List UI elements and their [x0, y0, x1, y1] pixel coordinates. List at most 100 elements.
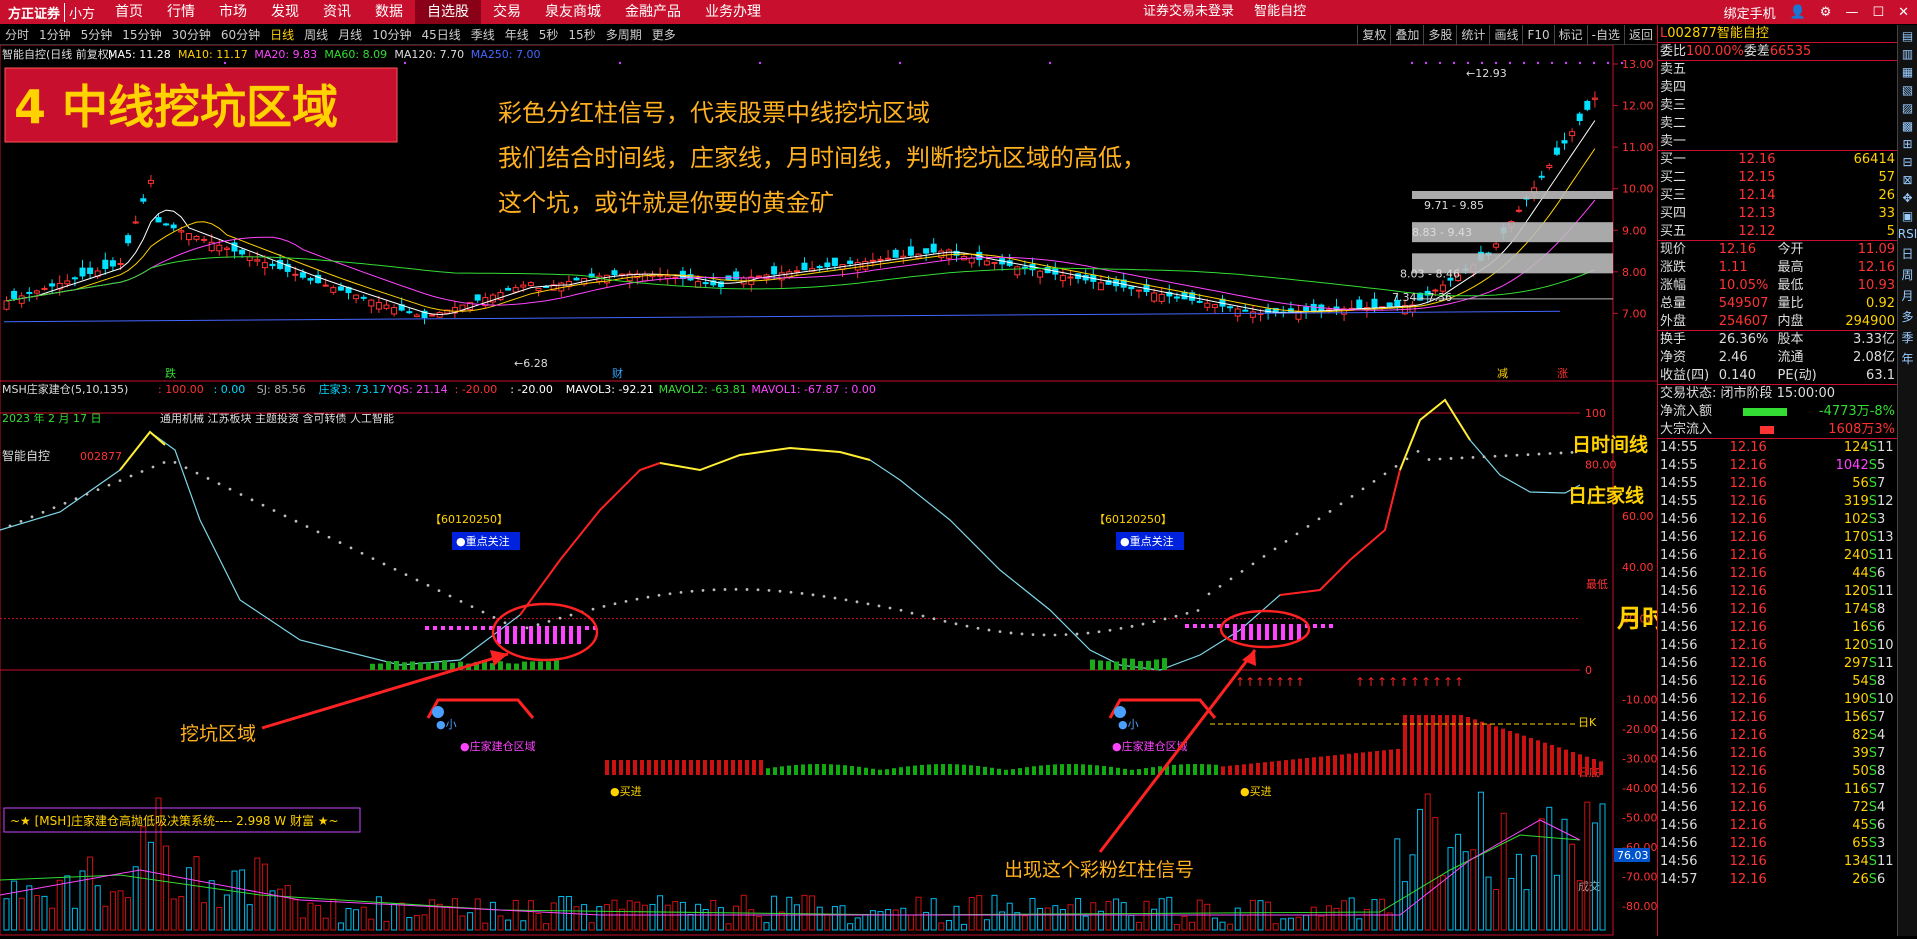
buy-row-0: 买一 12.16 66414 — [1658, 151, 1897, 169]
period-10[interactable]: 45日线 — [416, 25, 465, 45]
sidebar-tool-icon-8[interactable]: ⊠ — [1902, 173, 1912, 187]
tick-side-22: S — [1868, 836, 1877, 851]
chart-area[interactable]: 智能自控(日线 前复权) MA5: 11.28 MA10: 11.17 MA20: 9… — [0, 44, 1717, 936]
osc-bar — [1200, 764, 1204, 775]
period-11[interactable]: 季线 — [466, 25, 500, 45]
top-dot — [1480, 61, 1484, 65]
volume-bar — [1280, 918, 1287, 931]
sidebar-tool-icon-4[interactable]: ▨ — [1902, 101, 1913, 115]
period-8[interactable]: 月线 — [333, 25, 367, 45]
volume-bar — [1021, 915, 1028, 931]
quote-row-4: 外盘 254607 内盘 294900 — [1658, 313, 1897, 331]
menu-mall[interactable]: 泉友商城 — [533, 0, 613, 24]
sidebar-label-6[interactable]: 年 — [1901, 350, 1913, 367]
banker-dot — [239, 493, 243, 496]
sidebar-label-4[interactable]: 多 — [1901, 308, 1913, 325]
period-12[interactable]: 年线 — [500, 25, 534, 45]
tool-7[interactable]: -自选 — [1586, 25, 1624, 45]
tool-8[interactable]: 返回 — [1623, 25, 1657, 45]
sidebar-label-1[interactable]: 日 — [1901, 245, 1913, 262]
pink-bar — [425, 626, 429, 630]
period-3[interactable]: 15分钟 — [117, 25, 166, 45]
gear-icon[interactable]: ⚙ — [1820, 5, 1832, 20]
menu-home[interactable]: 首页 — [103, 0, 155, 24]
tool-3[interactable]: 统计 — [1456, 25, 1489, 45]
menu-bar: 方正证券 小方 首页 行情 市场 发现 资讯 数据 自选股 交易 泉友商城 金融… — [0, 0, 1917, 24]
flow1-val: -4773万 — [1818, 404, 1870, 419]
bind-phone-link[interactable]: 绑定手机 — [1724, 3, 1776, 22]
sidebar-tool-icon-5[interactable]: ▩ — [1902, 119, 1913, 133]
bracket-1 — [1108, 698, 1217, 719]
tick-price-2: 12.16 — [1729, 476, 1767, 491]
banker-dot — [1471, 455, 1475, 459]
user-icon[interactable]: 👤 — [1790, 5, 1806, 20]
top-dot — [1452, 61, 1456, 65]
sidebar-tool-icon-9[interactable]: ✥ — [1902, 191, 1912, 205]
period-1[interactable]: 1分钟 — [34, 25, 76, 45]
menu-discover[interactable]: 发现 — [259, 0, 311, 24]
close-icon[interactable]: ✕ — [1898, 5, 1909, 20]
banker-dot — [327, 535, 331, 539]
sidebar-tool-icon-10[interactable]: ▣ — [1902, 209, 1913, 223]
menu-trade[interactable]: 交易 — [481, 0, 533, 24]
pink-bar — [529, 626, 533, 644]
candle-body — [1591, 97, 1598, 100]
maximize-icon[interactable]: ☐ — [1872, 5, 1884, 20]
period-13[interactable]: 5秒 — [534, 25, 564, 45]
tool-5[interactable]: F10 — [1522, 25, 1553, 45]
menu-news[interactable]: 资讯 — [311, 0, 363, 24]
menu-data[interactable]: 数据 — [363, 0, 415, 24]
osc-bar — [1277, 760, 1281, 775]
volume-bar — [322, 917, 329, 931]
menu-finance[interactable]: 金融产品 — [613, 0, 693, 24]
sidebar-tool-icon-1[interactable]: ▥ — [1902, 47, 1913, 61]
period-7[interactable]: 周线 — [299, 25, 333, 45]
sidebar-tool-icon-7[interactable]: ⊟ — [1902, 155, 1912, 169]
period-2[interactable]: 5分钟 — [76, 25, 118, 45]
menu-watchlist[interactable]: 自选股 — [415, 0, 482, 24]
ind-axis-label-12: -70.00 — [1622, 871, 1657, 884]
pink-bar — [1185, 624, 1189, 628]
volume-bar — [413, 914, 420, 931]
candle-body — [854, 261, 861, 271]
menu-business[interactable]: 业务办理 — [693, 0, 773, 24]
period-15[interactable]: 多周期 — [601, 25, 647, 45]
i-v2-0: 3.33亿 — [1853, 332, 1895, 347]
banker-dot — [1526, 453, 1530, 456]
sidebar-label-3[interactable]: 月 — [1901, 287, 1913, 304]
sidebar-tool-icon-6[interactable]: ⊞ — [1902, 137, 1912, 151]
candle-body — [102, 259, 109, 269]
period-16[interactable]: 更多 — [647, 25, 681, 45]
period-14[interactable]: 15秒 — [563, 25, 600, 45]
pink-bar — [1201, 624, 1205, 628]
tool-2[interactable]: 多股 — [1423, 25, 1456, 45]
period-4[interactable]: 30分钟 — [167, 25, 216, 45]
tool-4[interactable]: 画线 — [1489, 25, 1522, 45]
volume-bar — [163, 845, 170, 931]
tool-0[interactable]: 复权 — [1357, 25, 1390, 45]
tick-row-0: 14:55 12.16 124 S 11 — [1658, 439, 1897, 457]
banker-dot — [415, 578, 419, 582]
tool-1[interactable]: 叠加 — [1390, 25, 1423, 45]
sidebar-tool-icon-3[interactable]: ▧ — [1902, 83, 1913, 97]
candle-body — [938, 250, 945, 259]
sidebar-label-5[interactable]: 季 — [1901, 329, 1913, 346]
sidebar-tool-icon-0[interactable]: ▤ — [1902, 29, 1913, 43]
period-6[interactable]: 日线 — [265, 25, 299, 45]
period-9[interactable]: 10分钟 — [367, 25, 416, 45]
sidebar-tool-icon-2[interactable]: ▦ — [1902, 65, 1913, 79]
trade-login-status[interactable]: 证券交易未登录 — [1143, 4, 1234, 19]
menu-quotes[interactable]: 行情 — [155, 0, 207, 24]
menu-market[interactable]: 市场 — [207, 0, 259, 24]
candle-body — [223, 247, 230, 250]
minimize-icon[interactable]: — — [1845, 5, 1858, 20]
period-0[interactable]: 分时 — [0, 25, 34, 45]
sidebar-label-0[interactable]: RSI — [1898, 227, 1917, 241]
sidebar-label-2[interactable]: 周 — [1901, 266, 1913, 283]
tick-row-15: 14:56 12.16 156 S 7 — [1658, 709, 1897, 727]
osc-bar — [1536, 740, 1540, 775]
kline-chart[interactable]: 智能自控(日线 前复权)MA5: 11.28 MA10: 11.17 MA20: 9… — [0, 44, 1717, 936]
period-5[interactable]: 60分钟 — [216, 25, 265, 45]
osc-bar — [1529, 738, 1533, 775]
tool-6[interactable]: 标记 — [1553, 25, 1587, 45]
